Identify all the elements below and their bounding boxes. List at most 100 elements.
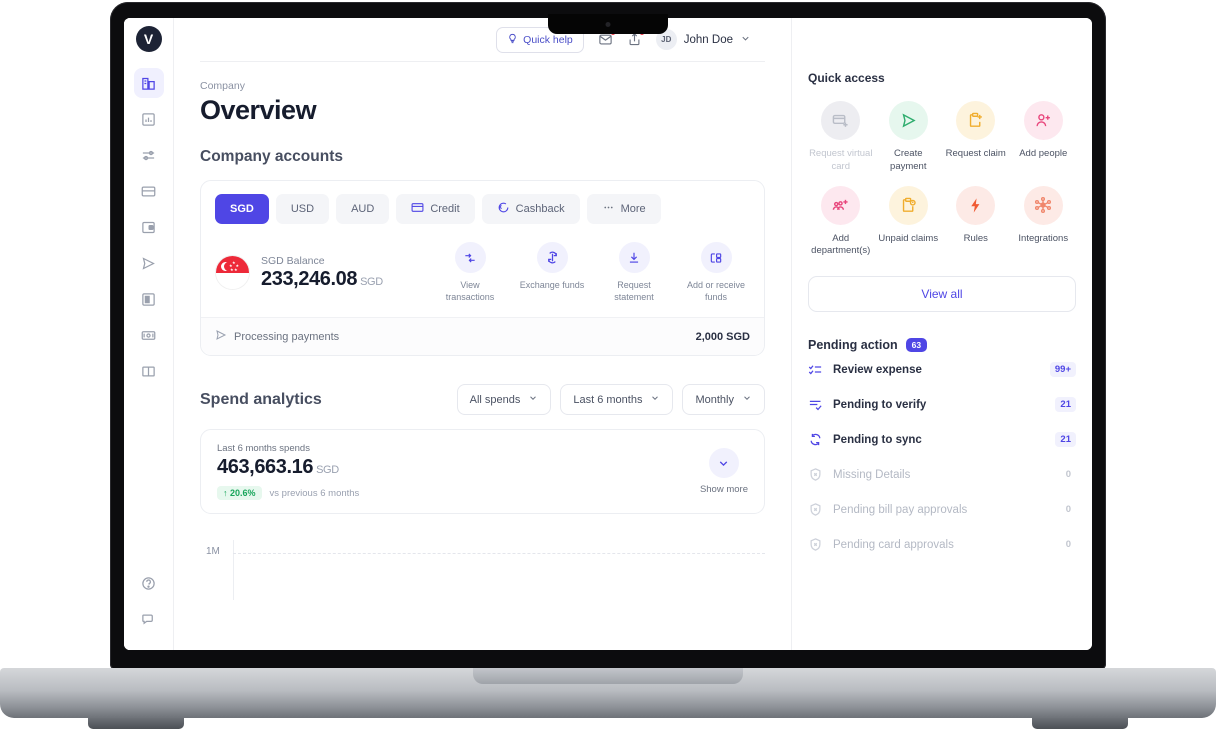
laptop-lid: V Quick help JD John Doe Company Overvie… bbox=[110, 2, 1106, 670]
balance-label: SGD Balance bbox=[261, 254, 325, 267]
action-view-transactions[interactable]: View transactions bbox=[436, 242, 504, 303]
quick-access-add-people[interactable]: Add people bbox=[1011, 101, 1077, 174]
action-label: Request statement bbox=[614, 280, 654, 303]
chevron-down-icon bbox=[650, 393, 660, 406]
balance-currency: SGD bbox=[360, 275, 383, 288]
sidebar-item-settings[interactable] bbox=[134, 140, 164, 170]
tab-cashback[interactable]: Cashback bbox=[481, 194, 580, 224]
delta-value: 20.6% bbox=[230, 488, 256, 499]
sidebar-item-payments[interactable] bbox=[134, 248, 164, 278]
view-all-button[interactable]: View all bbox=[808, 276, 1076, 313]
app-logo[interactable]: V bbox=[135, 26, 162, 52]
cashback-icon bbox=[497, 201, 510, 217]
pending-row-count: 0 bbox=[1065, 539, 1071, 551]
sidebar-item-company[interactable] bbox=[133, 68, 164, 98]
quick-access-integrations[interactable]: Integrations bbox=[1011, 185, 1077, 259]
tab-label: Credit bbox=[430, 203, 460, 215]
ellipsis-icon bbox=[602, 201, 615, 217]
filter-granularity[interactable]: Monthly bbox=[682, 384, 765, 416]
sidebar-item-documents[interactable] bbox=[134, 284, 164, 314]
sidebar-item-chat-support[interactable] bbox=[134, 604, 164, 634]
tab-more[interactable]: More bbox=[586, 194, 661, 224]
shield-icon bbox=[808, 537, 824, 552]
company-accounts-card: SGD USD AUD Credit Cashback More ★ ★ ★ ★… bbox=[200, 180, 765, 357]
add-funds-icon bbox=[700, 242, 732, 273]
share-notification-icon[interactable] bbox=[627, 30, 645, 47]
tab-credit[interactable]: Credit bbox=[396, 194, 475, 224]
pending-row-card-approvals[interactable]: Pending card approvals 0 bbox=[808, 527, 1076, 562]
show-more-button[interactable]: Show more bbox=[700, 448, 748, 495]
tab-label: Cashback bbox=[515, 203, 565, 215]
sidebar-item-analytics[interactable] bbox=[134, 104, 164, 134]
pending-row-pending-to-sync[interactable]: Pending to sync 21 bbox=[808, 422, 1076, 457]
unpaid-claims-icon bbox=[888, 185, 928, 225]
chart-gridline bbox=[233, 553, 765, 555]
arrow-up-icon: ↑ bbox=[223, 488, 228, 499]
main-column: Quick help JD John Doe Company Overview … bbox=[174, 18, 792, 650]
user-name: John Doe bbox=[683, 33, 733, 46]
sidebar-item-cards[interactable] bbox=[134, 176, 164, 206]
action-label: View transactions bbox=[445, 280, 495, 303]
filter-date-range[interactable]: Last 6 months bbox=[560, 384, 674, 416]
pending-row-count: 0 bbox=[1065, 504, 1071, 516]
sync-icon bbox=[808, 432, 824, 447]
quick-access-rules[interactable]: Rules bbox=[943, 185, 1009, 259]
breadcrumb: Company bbox=[200, 80, 245, 92]
tab-usd[interactable]: USD bbox=[275, 194, 330, 224]
download-icon bbox=[618, 242, 650, 273]
sidebar-item-wallet[interactable] bbox=[134, 212, 164, 242]
pending-row-bill-pay-approvals[interactable]: Pending bill pay approvals 0 bbox=[808, 492, 1076, 527]
action-request-statement[interactable]: Request statement bbox=[600, 242, 668, 303]
quick-access-label: Unpaid claims bbox=[878, 232, 939, 244]
quick-access-unpaid-claims[interactable]: Unpaid claims bbox=[876, 185, 942, 259]
quick-access-label: Request virtual card bbox=[809, 148, 873, 172]
quick-access-request-virtual-card[interactable]: Request virtual card bbox=[808, 101, 874, 174]
tab-label: SGD bbox=[230, 203, 254, 215]
create-payment-icon bbox=[888, 101, 928, 140]
pending-row-review-expense[interactable]: Review expense 99+ bbox=[808, 352, 1076, 387]
summary-currency: SGD bbox=[316, 464, 339, 477]
filter-all-spends[interactable]: All spends bbox=[456, 384, 552, 416]
processing-amount: 2,000 SGD bbox=[695, 330, 750, 343]
processing-payments-row[interactable]: Processing payments 2,000 SGD bbox=[201, 317, 764, 356]
user-menu[interactable]: JD John Doe bbox=[655, 29, 751, 50]
pending-row-count: 21 bbox=[1055, 432, 1076, 448]
sidebar-item-banknotes[interactable] bbox=[134, 320, 164, 350]
quick-access-label: Rules bbox=[963, 232, 988, 244]
pending-row-missing-details[interactable]: Missing Details 0 bbox=[808, 457, 1076, 492]
filter-label: Last 6 months bbox=[573, 393, 643, 406]
quick-access-label: Add department(s) bbox=[811, 232, 871, 257]
action-exchange-funds[interactable]: Exchange funds bbox=[518, 242, 586, 303]
spend-analytics-title: Spend analytics bbox=[200, 390, 322, 408]
transactions-icon bbox=[454, 242, 486, 273]
right-panel: Quick access Request virtual card Create… bbox=[792, 18, 1092, 650]
pending-row-label: Pending to sync bbox=[833, 433, 922, 446]
summary-label: Last 6 months spends bbox=[217, 443, 310, 455]
pending-row-label: Pending to verify bbox=[833, 398, 927, 411]
processing-label: Processing payments bbox=[234, 330, 340, 343]
pending-row-pending-to-verify[interactable]: Pending to verify 21 bbox=[808, 387, 1076, 422]
laptop-foot-right bbox=[1032, 718, 1128, 729]
quick-access-request-claim[interactable]: Request claim bbox=[943, 101, 1009, 174]
mail-notification-icon[interactable] bbox=[598, 30, 616, 47]
lightbulb-icon bbox=[507, 33, 518, 47]
review-expense-icon bbox=[808, 362, 824, 377]
tab-aud[interactable]: AUD bbox=[336, 194, 390, 224]
laptop-mockup: V Quick help JD John Doe Company Overvie… bbox=[0, 0, 1216, 735]
action-add-receive-funds[interactable]: Add or receive funds bbox=[682, 242, 750, 303]
quick-access-add-department[interactable]: Add department(s) bbox=[808, 185, 874, 259]
tab-sgd[interactable]: SGD bbox=[215, 194, 269, 224]
quick-access-label: Add people bbox=[1019, 148, 1068, 159]
currency-tabs: SGD USD AUD Credit Cashback More bbox=[215, 194, 750, 224]
quick-help-label: Quick help bbox=[523, 33, 573, 46]
sidebar-item-help[interactable] bbox=[134, 568, 164, 598]
webcam-dot bbox=[605, 22, 611, 27]
balance-amount-wrap: 233,246.08 SGD bbox=[261, 268, 383, 291]
pending-row-label: Pending bill pay approvals bbox=[833, 503, 968, 516]
rules-lightning-icon bbox=[956, 185, 996, 225]
singapore-flag-icon: ★ ★ ★ ★ ★ bbox=[215, 255, 250, 291]
delta-caption: vs previous 6 months bbox=[269, 487, 360, 499]
delta-badge: ↑ 20.6% bbox=[217, 486, 262, 501]
quick-access-create-payment[interactable]: Create payment bbox=[876, 101, 942, 174]
sidebar-item-book[interactable] bbox=[134, 356, 164, 386]
